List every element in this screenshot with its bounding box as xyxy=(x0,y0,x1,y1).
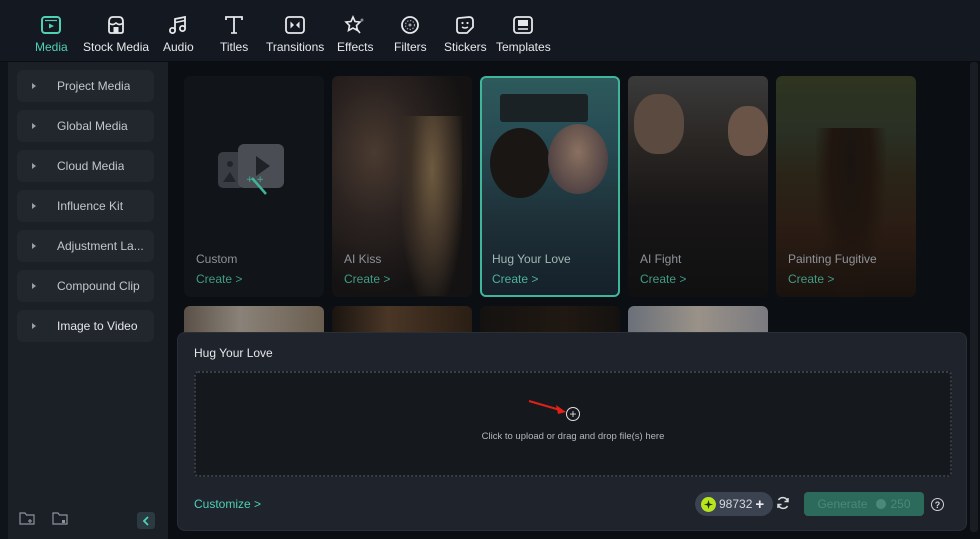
tab-label: Transitions xyxy=(266,40,325,54)
generate-label: Generate xyxy=(817,497,868,511)
template-card-custom[interactable]: + + Custom Create > xyxy=(184,76,324,297)
media-icon xyxy=(40,14,62,36)
sidebar-item-adjustment-layer[interactable]: Adjustment La... xyxy=(17,230,154,262)
custom-media-icon: + + xyxy=(218,144,284,195)
sidebar-item-influence-kit[interactable]: Influence Kit xyxy=(17,190,154,222)
sidebar-item-label: Adjustment La... xyxy=(57,239,144,253)
add-credits-icon[interactable]: + xyxy=(755,496,764,513)
new-folder-icon[interactable] xyxy=(19,511,35,530)
expand-arrow-icon xyxy=(32,203,36,209)
tab-media[interactable]: Media xyxy=(35,14,68,54)
card-thumbnail xyxy=(548,124,608,194)
tab-label: Titles xyxy=(220,40,249,54)
sidebar-item-image-to-video[interactable]: Image to Video xyxy=(17,310,154,342)
import-folder-icon[interactable] xyxy=(52,511,68,530)
tab-effects[interactable]: Effects xyxy=(337,14,373,54)
generate-cost: 250 xyxy=(890,497,911,511)
card-create-link[interactable]: Create > xyxy=(344,272,390,286)
tab-label: Audio xyxy=(163,40,194,54)
sidebar-item-label: Cloud Media xyxy=(57,159,125,173)
card-create-link[interactable]: Create > xyxy=(788,272,834,286)
credits-badge[interactable]: 98732 + xyxy=(695,492,773,516)
collapse-sidebar-button[interactable] xyxy=(137,512,155,529)
stock-media-icon xyxy=(105,14,127,36)
tab-label: Filters xyxy=(394,40,427,54)
refresh-icon[interactable] xyxy=(776,496,790,515)
tab-transitions[interactable]: Transitions xyxy=(266,14,324,54)
credit-cost-icon xyxy=(875,499,886,509)
generate-button[interactable]: Generate 250 xyxy=(804,492,924,516)
sidebar-item-label: Project Media xyxy=(57,79,131,93)
template-card-hug-your-love[interactable]: Hug Your Love Create > xyxy=(480,76,620,297)
transitions-icon xyxy=(284,14,306,36)
tab-label: Stock Media xyxy=(83,40,150,54)
panel-title: Hug Your Love xyxy=(194,346,273,360)
credits-count: 98732 xyxy=(719,497,753,511)
card-create-link[interactable]: Create > xyxy=(196,272,242,286)
expand-arrow-icon xyxy=(32,123,36,129)
sidebar-item-label: Influence Kit xyxy=(57,199,124,213)
effects-sparkle-icon xyxy=(344,14,366,36)
tab-stickers[interactable]: Stickers xyxy=(444,14,487,54)
chevron-left-icon xyxy=(142,515,149,526)
tab-audio[interactable]: Audio xyxy=(163,14,194,54)
tab-titles[interactable]: Titles xyxy=(220,14,248,54)
card-thumbnail-overlay xyxy=(500,94,588,122)
app-window: Media Stock Media Audio Titles Transitio… xyxy=(0,0,980,539)
expand-arrow-icon xyxy=(32,323,36,329)
card-title: Hug Your Love xyxy=(492,252,571,266)
card-create-link[interactable]: Create > xyxy=(640,272,686,286)
expand-arrow-icon xyxy=(32,283,36,289)
card-title: AI Fight xyxy=(640,252,682,266)
tab-label: Templates xyxy=(496,40,551,54)
tab-templates[interactable]: Templates xyxy=(496,14,551,54)
sidebar-item-label: Compound Clip xyxy=(57,279,140,293)
sidebar-item-global-media[interactable]: Global Media xyxy=(17,110,154,142)
tab-label: Media xyxy=(35,40,68,54)
top-toolbar: Media Stock Media Audio Titles Transitio… xyxy=(0,0,980,62)
sidebar-item-label: Global Media xyxy=(57,119,128,133)
template-detail-panel: Hug Your Love + Click to upload or drag … xyxy=(177,332,967,531)
sidebar-item-cloud-media[interactable]: Cloud Media xyxy=(17,150,154,182)
card-thumbnail xyxy=(402,116,462,296)
tab-label: Stickers xyxy=(444,40,487,54)
sticker-icon xyxy=(454,14,476,36)
expand-arrow-icon xyxy=(32,163,36,169)
upload-plus-icon[interactable]: + xyxy=(566,407,580,421)
template-card-ai-kiss[interactable]: AI Kiss Create > xyxy=(332,76,472,297)
help-icon[interactable]: ? xyxy=(931,498,944,511)
red-arrow-annotation-icon xyxy=(528,400,566,414)
gallery-scrollbar[interactable] xyxy=(970,62,978,532)
music-note-icon xyxy=(167,14,189,36)
card-create-link[interactable]: Create > xyxy=(492,272,538,286)
card-title: AI Kiss xyxy=(344,252,382,266)
card-title: Custom xyxy=(196,252,238,266)
filters-icon xyxy=(399,14,421,36)
card-thumbnail xyxy=(490,128,550,198)
sidebar: Project Media Global Media Cloud Media I… xyxy=(8,62,168,539)
svg-text:+ +: + + xyxy=(246,175,264,185)
sidebar-item-project-media[interactable]: Project Media xyxy=(17,70,154,102)
tab-filters[interactable]: Filters xyxy=(394,14,427,54)
credit-coin-icon xyxy=(701,496,716,512)
card-title: Painting Fugitive xyxy=(788,252,877,266)
upload-instructions: Click to upload or drag and drop file(s)… xyxy=(481,431,665,442)
templates-icon xyxy=(512,14,534,36)
card-thumbnail xyxy=(728,106,768,156)
template-card-painting-fugitive[interactable]: Painting Fugitive Create > xyxy=(776,76,916,297)
sidebar-item-label: Image to Video xyxy=(57,319,138,333)
tab-label: Effects xyxy=(337,40,374,54)
card-thumbnail xyxy=(634,94,684,154)
sidebar-item-compound-clip[interactable]: Compound Clip xyxy=(17,270,154,302)
tab-stock-media[interactable]: Stock Media xyxy=(83,14,149,54)
customize-link[interactable]: Customize > xyxy=(194,497,261,511)
upload-dropzone[interactable]: + Click to upload or drag and drop file(… xyxy=(194,371,952,477)
text-t-icon xyxy=(223,14,245,36)
expand-arrow-icon xyxy=(32,83,36,89)
template-card-ai-fight[interactable]: AI Fight Create > xyxy=(628,76,768,297)
expand-arrow-icon xyxy=(32,243,36,249)
